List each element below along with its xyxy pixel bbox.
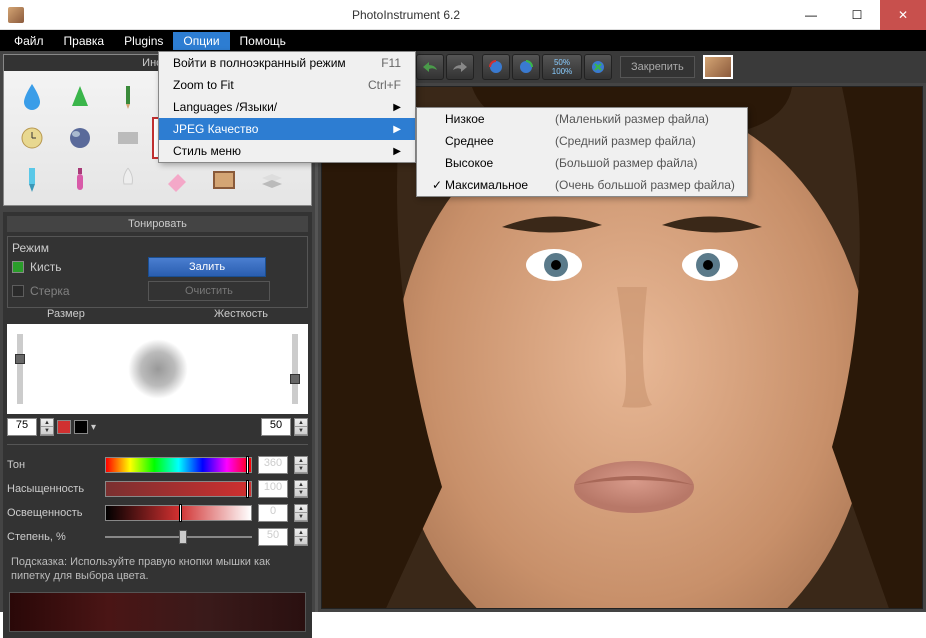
options-dropdown: Войти в полноэкранный режим F11 Zoom to … [158,51,416,163]
tool-sphere[interactable] [56,117,104,159]
tool-cone[interactable] [56,75,104,117]
clear-button[interactable]: Очистить [148,281,270,301]
hue-value[interactable]: 360 [258,456,288,474]
hardness-spinner[interactable]: ▲▼ [294,418,308,436]
window-title: PhotoInstrument 6.2 [24,8,788,22]
tool-blur[interactable] [104,117,152,159]
eraser-label: Стерка [30,284,70,298]
tool-marker[interactable] [8,159,56,201]
minimize-button[interactable]: — [788,0,834,30]
size-value[interactable]: 75 [7,418,37,436]
rotate-left-button[interactable] [482,54,510,80]
check-icon: ✓ [429,178,445,192]
light-label: Освещенность [7,507,99,519]
menu-file[interactable]: Файл [4,32,54,50]
menu-languages[interactable]: Languages /Языки/ ▶ [159,96,415,118]
sat-value[interactable]: 100 [258,480,288,498]
zoom-50: 50% [554,58,570,67]
submenu-arrow-icon: ▶ [393,146,401,157]
hardness-slider[interactable] [292,334,298,404]
degree-value[interactable]: 50 [258,528,288,546]
mode-label: Режим [12,241,303,255]
app-icon [8,7,24,23]
window-controls: — ☐ ✕ [788,0,926,30]
brush-checkbox[interactable] [12,261,24,273]
close-button[interactable]: ✕ [880,0,926,30]
hue-spinner[interactable]: ▲▼ [294,456,308,474]
size-slider[interactable] [17,334,23,404]
sat-slider[interactable] [105,481,252,497]
hardness-label: Жесткость [214,308,268,320]
menu-help[interactable]: Помощь [230,32,296,50]
zoom-control[interactable]: 50% 100% [542,54,582,80]
maximize-button[interactable]: ☐ [834,0,880,30]
light-value[interactable]: 0 [258,504,288,522]
zoom-fit-button[interactable] [584,54,612,80]
tone-header: Тонировать [7,216,308,232]
sat-spinner[interactable]: ▲▼ [294,480,308,498]
hue-label: Тон [7,459,99,471]
brush-preview [7,324,308,414]
tool-bottle[interactable] [56,159,104,201]
quality-submenu: Низкое (Маленький размер файла) Среднее … [416,107,748,197]
pin-button[interactable]: Закрепить [620,56,695,78]
degree-label: Степень, % [7,531,99,543]
eraser-checkbox[interactable] [12,285,24,297]
menu-fullscreen[interactable]: Войти в полноэкранный режим F11 [159,52,415,74]
tool-pencil[interactable] [104,75,152,117]
quality-max[interactable]: ✓ Максимальное (Очень большой размер фай… [417,174,747,196]
tool-droplet[interactable] [8,75,56,117]
size-label: Размер [47,308,85,320]
degree-slider[interactable] [105,529,252,545]
brush-shape-icon [128,339,188,399]
light-slider[interactable] [105,505,252,521]
menu-options[interactable]: Опции [173,32,229,50]
submenu-arrow-icon: ▶ [393,102,401,113]
size-spinner[interactable]: ▲▼ [40,418,54,436]
degree-spinner[interactable]: ▲▼ [294,528,308,546]
quality-low[interactable]: Низкое (Маленький размер файла) [417,108,747,130]
tool-layers[interactable] [248,159,296,201]
light-spinner[interactable]: ▲▼ [294,504,308,522]
tool-bulb[interactable] [104,159,152,201]
undo-button[interactable] [416,54,444,80]
quality-medium[interactable]: Среднее (Средний размер файла) [417,130,747,152]
mode-section: Режим Кисть Залить Стерка Очистить [7,236,308,308]
redo-button[interactable] [446,54,474,80]
main-menubar: Файл Правка Plugins Опции Помощь [0,30,926,51]
submenu-arrow-icon: ▶ [393,124,401,135]
menu-jpeg-quality[interactable]: JPEG Качество ▶ [159,118,415,140]
quality-high[interactable]: Высокое (Большой размер файла) [417,152,747,174]
tone-panel: Тонировать Режим Кисть Залить Стерка Очи… [3,212,312,638]
menu-zoom-to-fit[interactable]: Zoom to Fit Ctrl+F [159,74,415,96]
fill-button[interactable]: Залить [148,257,266,277]
image-thumbnail[interactable] [703,55,733,79]
menu-edit[interactable]: Правка [54,32,115,50]
bg-color[interactable] [74,420,88,434]
hue-slider[interactable] [105,457,252,473]
zoom-100: 100% [552,67,572,76]
sat-label: Насыщенность [7,483,99,495]
window-titlebar: PhotoInstrument 6.2 — ☐ ✕ [0,0,926,30]
hardness-value[interactable]: 50 [261,418,291,436]
brush-label: Кисть [30,260,61,274]
hint-text: Подсказка: Используйте правую кнопки мыш… [7,549,308,590]
chevron-down-icon[interactable]: ▾ [91,422,96,433]
menu-style[interactable]: Стиль меню ▶ [159,140,415,162]
fg-color[interactable] [57,420,71,434]
menu-plugins[interactable]: Plugins [114,32,173,50]
tool-clock[interactable] [8,117,56,159]
tool-eraser[interactable] [152,159,200,201]
tool-frame[interactable] [200,159,248,201]
rotate-right-button[interactable] [512,54,540,80]
